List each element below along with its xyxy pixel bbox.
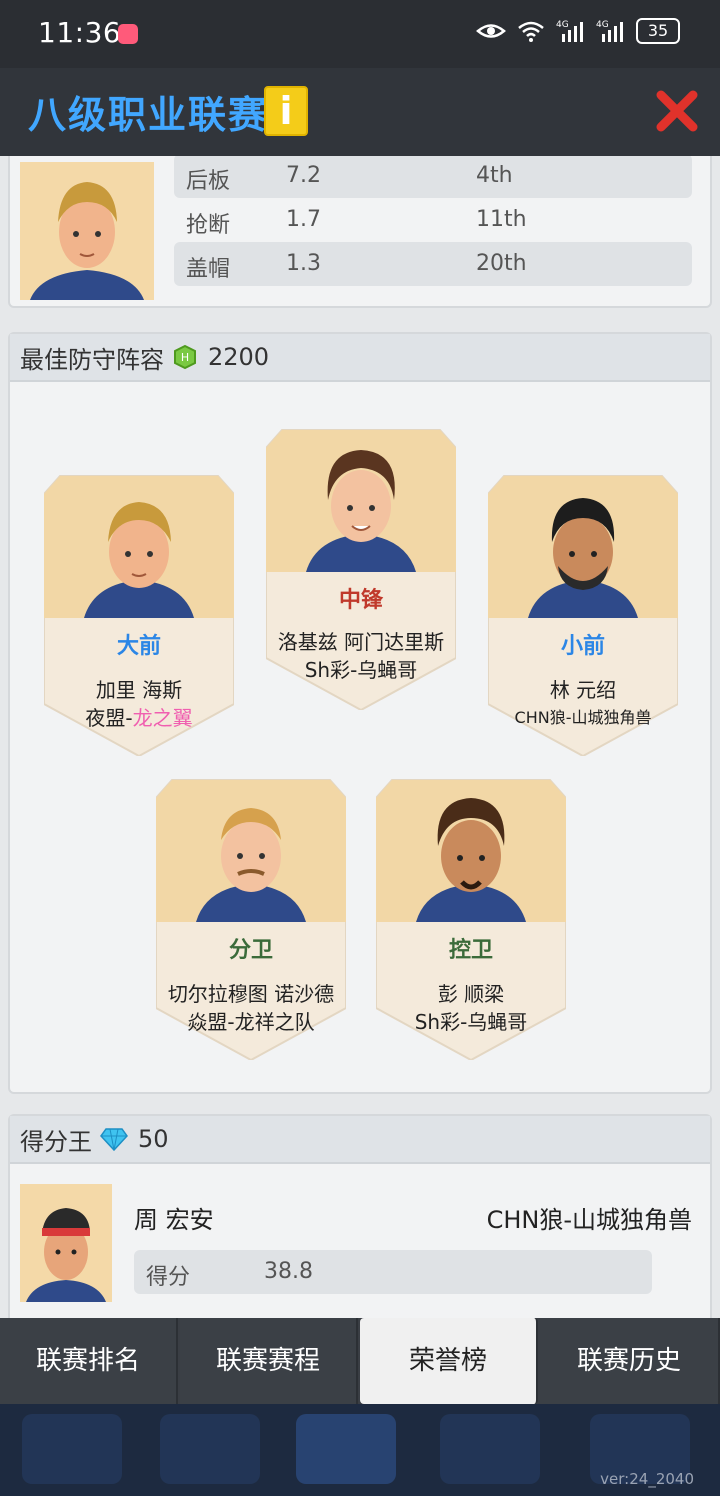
league-icon [296,1414,396,1484]
stat-row: 后板 7.2 4th [174,156,692,198]
stat-row: 抢断 1.7 11th [186,207,527,238]
player-card-sf[interactable]: 小前 林 元绍 CHN狼-山城独角兽 [488,456,678,756]
player-name: 洛基兹 阿门达里斯 [277,630,445,654]
player-card-sg[interactable]: 分卫 切尔拉穆图 诺沙德 焱盟-龙祥之队 [156,760,346,1060]
game-bottom-nav: ver:24_2040 [0,1404,720,1496]
status-icons: 4G 4G 35 [476,18,680,44]
best-defense-title: 最佳防守阵容 [20,345,164,374]
diamond-icon [100,1128,128,1151]
player-name: 彭 顺梁 [437,982,505,1006]
header-bar: 八级职业联赛 i [0,68,720,156]
app-notification-icon [118,24,138,44]
player-card-c[interactable]: 中锋 洛基兹 阿门达里斯 Sh彩-乌蝇哥 [266,410,456,710]
player-team: 焱盟-龙祥之队 [187,1010,315,1034]
best-defense-value: 2200 [208,343,270,371]
player-team: Sh彩-乌蝇哥 [304,658,418,682]
svg-text:4G: 4G [596,20,609,30]
position-label: 中锋 [338,588,383,613]
scoring-leader-value: 50 [138,1125,169,1153]
scoring-leader-card: 得分王 50 周 宏安 CHN狼-山城独角兽 得分 38.8 [8,1114,712,1318]
player-team: 夜盟-龙之翼 [85,706,193,730]
hexagon-coin-icon: H [174,344,196,370]
best-defense-card: 最佳防守阵容 H 2200 大前 加里 海斯 夜盟-龙之翼 中锋 洛基兹 阿门达… [8,332,712,1094]
tab-league-standings[interactable]: 联赛排名 [0,1318,178,1404]
trophy-icon [440,1414,540,1484]
eye-icon [476,24,506,38]
player-name: 加里 海斯 [95,678,183,702]
version-label: ver:24_2040 [600,1470,694,1488]
team-icon [22,1414,122,1484]
position-label: 小前 [560,634,605,659]
close-icon[interactable] [654,88,700,134]
player-name: 周 宏安 [134,1206,214,1234]
stat-row: 盖帽 1.3 20th [174,242,692,286]
player-team: CHN狼-山城独角兽 [514,708,652,727]
position-label: 控卫 [448,938,493,963]
player-team: Sh彩-乌蝇哥 [414,1010,528,1034]
stat-row: 得分 38.8 [134,1250,652,1294]
status-time: 11:36 [38,16,122,49]
svg-text:4G: 4G [556,20,569,30]
player-name: 切尔拉穆图 诺沙德 [167,982,335,1006]
status-bar: 11:36 4G 4G 35 [0,0,720,68]
best-defense-header: 最佳防守阵容 H 2200 [10,334,710,382]
info-button[interactable]: i [264,86,308,136]
position-label: 分卫 [228,938,273,963]
battery-icon: 35 [636,18,680,44]
tab-honor-roll[interactable]: 荣誉榜 [360,1318,538,1404]
tab-league-schedule[interactable]: 联赛赛程 [180,1318,358,1404]
player-team: CHN狼-山城独角兽 [486,1206,692,1234]
player-avatar [20,162,154,300]
player-avatar [20,1184,112,1302]
tab-bar: 联赛排名 联赛赛程 荣誉榜 联赛历史 [0,1318,720,1404]
player-card-pf[interactable]: 大前 加里 海斯 夜盟-龙之翼 [44,456,234,756]
signal-4g-icon: 4G [556,20,583,42]
player-card-pg[interactable]: 控卫 彭 顺梁 Sh彩-乌蝇哥 [376,760,566,1060]
page-title: 八级职业联赛 [28,93,269,137]
signal-4g-icon-2: 4G [596,20,623,42]
scoring-leader-header: 得分王 50 [10,1116,710,1164]
svg-text:H: H [181,351,189,364]
tab-league-history[interactable]: 联赛历史 [540,1318,720,1404]
position-label: 大前 [116,634,161,659]
money-icon [160,1414,260,1484]
player-name: 林 元绍 [549,678,617,702]
rebound-leader-card: 后板 7.2 4th 抢断 1.7 11th 盖帽 1.3 20th [8,156,712,308]
wifi-icon [518,21,544,42]
honor-roll-content[interactable]: 后板 7.2 4th 抢断 1.7 11th 盖帽 1.3 20th 最佳防守阵… [0,156,720,1318]
scoring-leader-title: 得分王 [20,1127,92,1156]
